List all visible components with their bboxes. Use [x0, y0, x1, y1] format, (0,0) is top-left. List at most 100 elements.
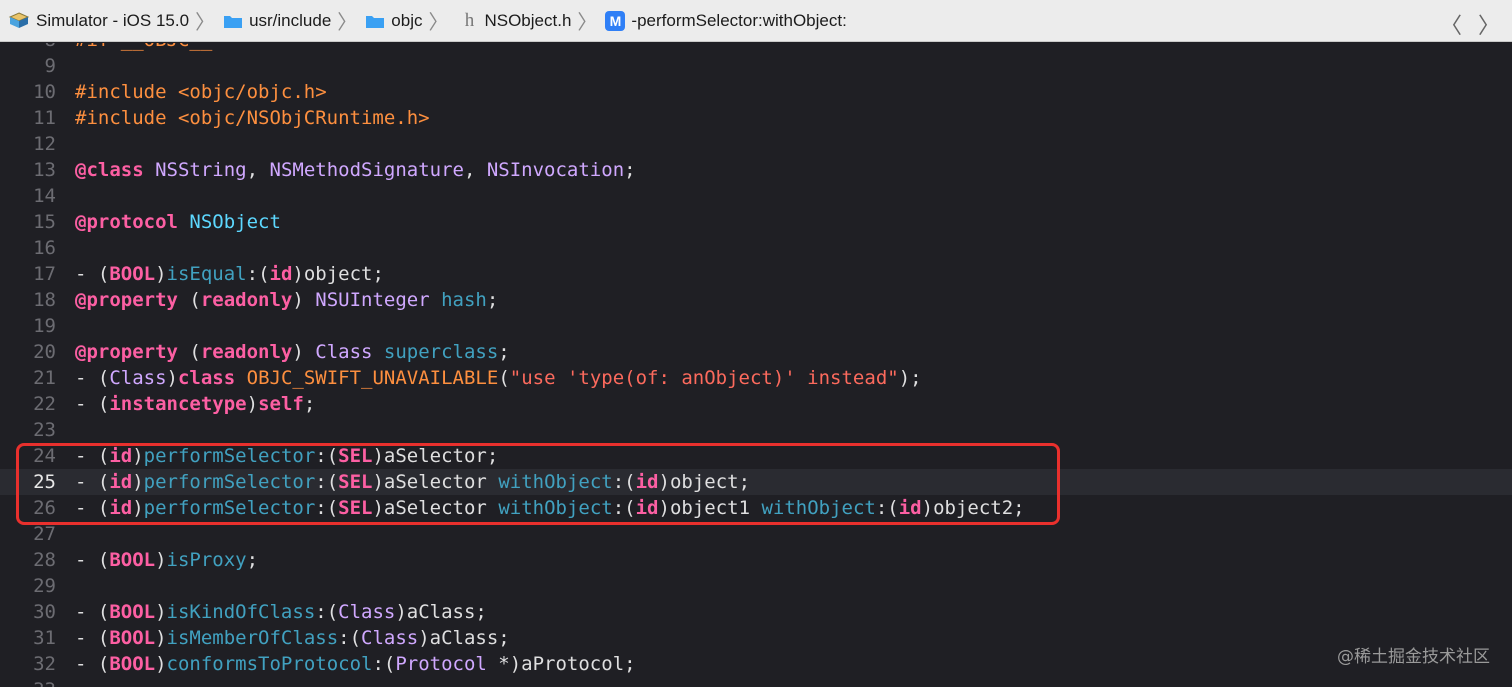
line-number: 8: [0, 43, 56, 53]
code-line[interactable]: 15 @protocol NSObject: [0, 209, 1512, 235]
line-number: 20: [33, 341, 56, 363]
code-text: - (id)performSelector:(SEL)aSelector;: [75, 443, 498, 469]
code-token: - (: [75, 601, 110, 623]
code-line[interactable]: 18 @property (readonly) NSUInteger hash;: [0, 287, 1512, 313]
chevron-right-icon: 〉: [428, 12, 449, 34]
code-line[interactable]: 10 #include <objc/objc.h>: [0, 79, 1512, 105]
code-text: - (Class)class OBJC_SWIFT_UNAVAILABLE("u…: [75, 365, 922, 391]
code-token: #include <objc/objc.h>: [75, 81, 327, 103]
line-number: 13: [33, 159, 56, 181]
code-token: BOOL: [109, 653, 156, 675]
code-line[interactable]: 22 - (instancetype)self;: [0, 391, 1512, 417]
code-line[interactable]: 26- (id)performSelector:(SEL)aSelector w…: [0, 495, 1512, 521]
code-token: ): [155, 627, 167, 649]
breadcrumb-method[interactable]: M -performSelector:withObject:: [605, 10, 847, 31]
code-line[interactable]: 8 #if __OBJC__: [0, 43, 1512, 53]
code-line[interactable]: 19: [0, 313, 1512, 339]
code-line[interactable]: 31 - (BOOL)isMemberOfClass:(Class)aClass;: [0, 625, 1512, 651]
code-line[interactable]: 29: [0, 573, 1512, 599]
line-number: 17: [33, 263, 56, 285]
line-number: 33: [0, 677, 56, 687]
breadcrumb-usr-include[interactable]: usr/include: [223, 11, 331, 31]
code-token: ;: [303, 393, 316, 415]
code-token: id: [109, 497, 133, 519]
code-line[interactable]: 24 - (id)performSelector:(SEL)aSelector;: [0, 443, 1512, 469]
code-token: :(: [338, 627, 362, 649]
line-number: 32: [33, 653, 56, 675]
code-token: )object;: [658, 471, 751, 493]
line-number: 24: [33, 445, 56, 467]
code-line[interactable]: 28 - (BOOL)isProxy;: [0, 547, 1512, 573]
code-line[interactable]: 17 - (BOOL)isEqual:(id)object;: [0, 261, 1512, 287]
code-token: id: [635, 497, 659, 519]
code-token: BOOL: [109, 263, 156, 285]
breadcrumb-objc[interactable]: objc: [365, 11, 422, 31]
code-token: BOOL: [109, 549, 156, 571]
code-line[interactable]: 12: [0, 131, 1512, 157]
line-number: 22: [33, 393, 56, 415]
line-number: 18: [33, 289, 56, 311]
code-token: ;: [486, 289, 499, 311]
header-file-icon: h: [464, 9, 475, 31]
code-text: - (BOOL)isEqual:(id)object;: [75, 261, 384, 287]
code-token: (: [498, 367, 510, 389]
code-token: @protocol: [75, 211, 178, 233]
code-line[interactable]: 25- (id)performSelector:(SEL)aSelector w…: [0, 469, 1512, 495]
breadcrumb-label: objc: [391, 10, 423, 30]
chevron-right-icon[interactable]: 〉: [1478, 8, 1500, 40]
code-token: @property: [75, 341, 178, 363]
code-token: ): [132, 471, 144, 493]
code-token: ): [155, 263, 167, 285]
watermark: @稀土掘金技术社区: [1337, 647, 1490, 667]
source-editor[interactable]: 3332- (BOOL)conformsToProtocol:(Protocol…: [0, 43, 1512, 687]
code-token: )object1: [658, 497, 762, 519]
code-line[interactable]: 9: [0, 53, 1512, 79]
code-line[interactable]: 20 @property (readonly) Class superclass;: [0, 339, 1512, 365]
code-token: ): [132, 445, 144, 467]
code-line[interactable]: 11 #include <objc/NSObjCRuntime.h>: [0, 105, 1512, 131]
code-token: ): [292, 341, 316, 363]
code-line[interactable]: 21 - (Class)class OBJC_SWIFT_UNAVAILABLE(…: [0, 365, 1512, 391]
code-token: class: [177, 367, 236, 389]
code-token: NSString: [155, 159, 247, 181]
code-line[interactable]: 33: [0, 677, 1512, 687]
code-token: @property: [75, 289, 178, 311]
code-token: isEqual: [166, 263, 247, 285]
code-line[interactable]: 16: [0, 235, 1512, 261]
code-token: :(: [875, 497, 899, 519]
code-token: @class: [75, 159, 144, 181]
folder-icon: [223, 13, 243, 29]
code-token: self: [258, 393, 304, 415]
code-text: - (BOOL)isMemberOfClass:(Class)aClass;: [75, 625, 510, 651]
code-token: ;: [498, 341, 510, 363]
code-token: conformsToProtocol: [166, 653, 373, 675]
breadcrumb-simulator[interactable]: Simulator - iOS 15.0: [8, 11, 189, 31]
code-line[interactable]: 32 - (BOOL)conformsToProtocol:(Protocol *…: [0, 651, 1512, 677]
line-number: 21: [33, 367, 56, 389]
code-line[interactable]: 13 @class NSString, NSMethodSignature, NS…: [0, 157, 1512, 183]
code-token: NSMethodSignature: [269, 159, 464, 181]
code-token: :(: [315, 445, 339, 467]
line-number: 23: [33, 419, 56, 441]
code-line[interactable]: 30 - (BOOL)isKindOfClass:(Class)aClass;: [0, 599, 1512, 625]
code-token: - (: [75, 263, 110, 285]
line-number: 25: [33, 471, 56, 493]
code-token: ): [155, 549, 167, 571]
code-line[interactable]: 14: [0, 183, 1512, 209]
code-token: )aClass;: [395, 601, 487, 623]
code-token: ): [155, 601, 167, 623]
code-token: (: [177, 341, 201, 363]
breadcrumb-nsobject-h[interactable]: h NSObject.h: [456, 9, 572, 32]
chevron-left-icon[interactable]: 〈: [1440, 8, 1462, 40]
code-token: ,: [463, 159, 487, 181]
code-line[interactable]: 27: [0, 521, 1512, 547]
code-token: - (: [75, 497, 110, 519]
code-token: :(: [315, 601, 339, 623]
code-token: Class: [338, 601, 396, 623]
code-line[interactable]: 23: [0, 417, 1512, 443]
code-token: )object2;: [921, 497, 1025, 519]
code-token: isKindOfClass: [166, 601, 316, 623]
code-text: - (instancetype)self;: [75, 391, 315, 417]
